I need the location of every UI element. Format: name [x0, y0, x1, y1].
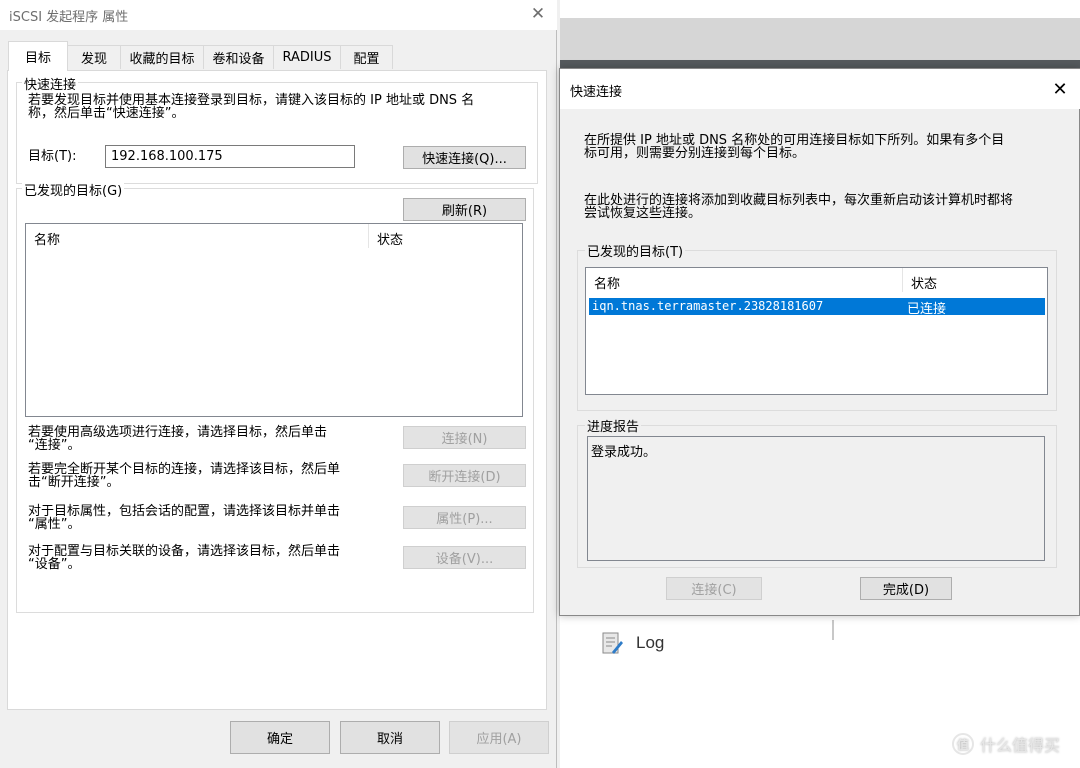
target-field-label: 目标(T): [28, 149, 77, 164]
quick-connect-group-label: 快速连接 [22, 74, 79, 93]
log-link[interactable]: Log [636, 633, 664, 653]
tab-radius[interactable]: RADIUS [273, 45, 341, 69]
qc-connect-button[interactable]: 连接(C) [666, 577, 762, 600]
background-divider [832, 620, 834, 640]
connect-hint-line2: “连接”。 [28, 438, 81, 453]
connect-button[interactable]: 连接(N) [403, 426, 526, 449]
properties-hint-line2: “属性”。 [28, 517, 81, 532]
cancel-button[interactable]: 取消 [340, 721, 440, 754]
qc-progress-text: 登录成功。 [591, 445, 657, 460]
refresh-button[interactable]: 刷新(R) [403, 198, 526, 221]
watermark-logo: 值 [952, 733, 974, 755]
tab-favorite-targets[interactable]: 收藏的目标 [120, 45, 204, 69]
main-titlebar: iSCSI 发起程序 属性 ✕ [0, 0, 557, 30]
background-window-band [560, 18, 1080, 60]
main-dialog-title: iSCSI 发起程序 属性 [9, 10, 129, 25]
quick-connect-titlebar: 快速连接 ✕ [560, 69, 1080, 109]
target-input[interactable]: 192.168.100.175 [105, 145, 355, 168]
tab-targets[interactable]: 目标 [8, 41, 68, 71]
target-name-cell: iqn.tnas.terramaster.23828181607 [592, 299, 824, 313]
qc-intro-line2: 标可用，则需要分别连接到每个目标。 [584, 146, 806, 161]
discovered-targets-list[interactable]: 名称 状态 [25, 223, 523, 417]
watermark-text: 什么值得买 [980, 736, 1061, 755]
apply-button[interactable]: 应用(A) [449, 721, 549, 754]
discovered-targets-group-label: 已发现的目标(G) [22, 180, 125, 199]
devices-hint-line2: “设备”。 [28, 557, 81, 572]
qc-discovered-group-label: 已发现的目标(T) [585, 241, 686, 260]
iscsi-initiator-properties-dialog: iSCSI 发起程序 属性 ✕ 目标 发现 收藏的目标 卷和设备 RADIUS … [0, 0, 557, 768]
close-icon[interactable]: ✕ [1048, 77, 1072, 101]
qc-progress-report-box: 登录成功。 [587, 436, 1045, 561]
tab-discovery[interactable]: 发现 [67, 45, 121, 69]
quick-connect-dialog: 快速连接 ✕ 在所提供 IP 地址或 DNS 名称处的可用连接目标如下所列。如果… [559, 68, 1080, 616]
disconnect-button[interactable]: 断开连接(D) [403, 464, 526, 487]
table-row[interactable]: iqn.tnas.terramaster.23828181607 已连接 [589, 298, 1045, 317]
qc-column-header-status[interactable]: 状态 [903, 268, 1043, 292]
qc-column-header-name[interactable]: 名称 [586, 268, 902, 292]
disconnect-hint-line2: 击“断开连接”。 [28, 475, 120, 490]
qc-note-line2: 尝试恢复这些连接。 [584, 206, 702, 221]
quick-connect-dialog-title: 快速连接 [570, 85, 623, 100]
column-header-name[interactable]: 名称 [26, 224, 368, 248]
quick-connect-description-line2: 称，然后单击“快速连接”。 [28, 106, 185, 121]
tab-volumes-devices[interactable]: 卷和设备 [203, 45, 274, 69]
background-window-top [560, 0, 1080, 18]
properties-button[interactable]: 属性(P)... [403, 506, 526, 529]
log-file-icon [602, 632, 623, 654]
quick-connect-button[interactable]: 快速连接(Q)... [403, 146, 526, 169]
column-header-status[interactable]: 状态 [369, 224, 519, 248]
watermark: 值 什么值得买 [952, 732, 1060, 756]
tab-configuration[interactable]: 配置 [340, 45, 393, 69]
close-icon[interactable]: ✕ [526, 2, 550, 26]
qc-discovered-targets-list[interactable]: 名称 状态 iqn.tnas.terramaster.23828181607 已… [585, 267, 1048, 395]
target-status-cell: 已连接 [907, 302, 947, 317]
qc-done-button[interactable]: 完成(D) [860, 577, 952, 600]
devices-button[interactable]: 设备(V)... [403, 546, 526, 569]
ok-button[interactable]: 确定 [230, 721, 330, 754]
qc-progress-group-label: 进度报告 [585, 416, 642, 435]
targets-tab-panel: 快速连接 若要发现目标并使用基本连接登录到目标，请键入该目标的 IP 地址或 D… [7, 70, 547, 710]
